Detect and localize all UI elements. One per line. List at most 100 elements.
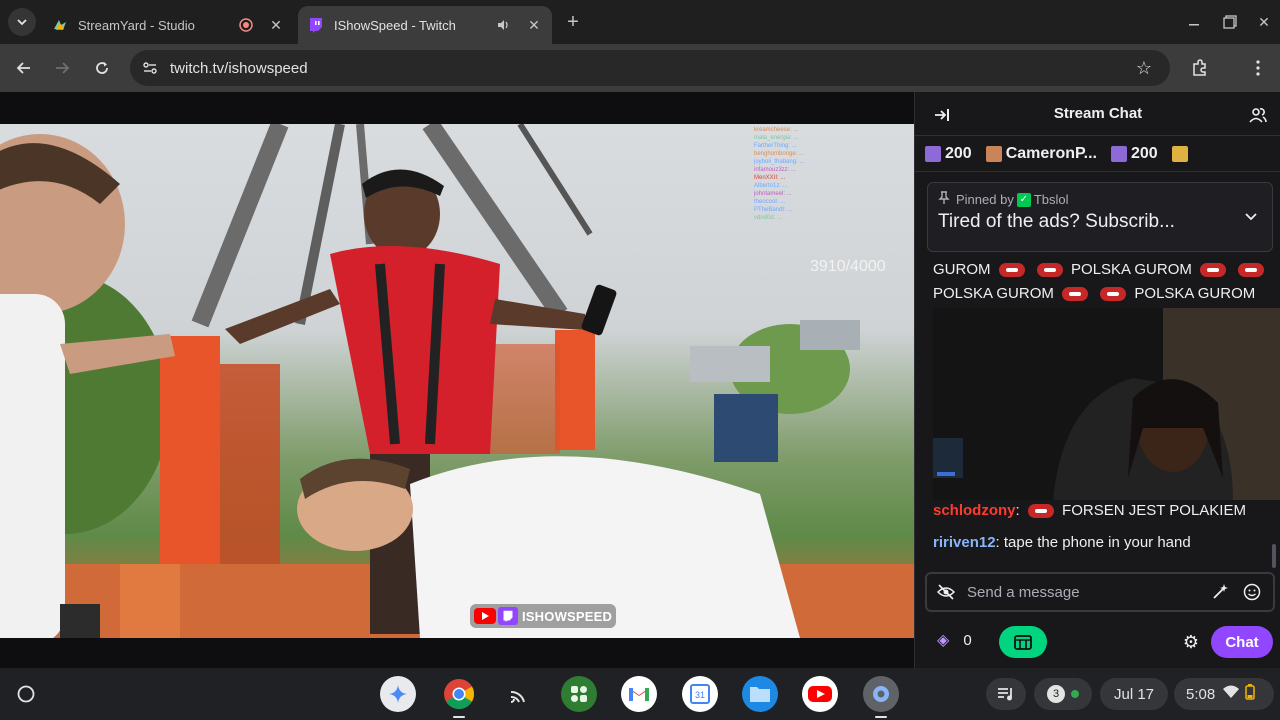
pinned-by-label: Pinned by <box>956 192 1014 207</box>
maximize-icon[interactable] <box>1218 10 1242 34</box>
media-controls-button[interactable] <box>986 678 1026 710</box>
streamyard-icon <box>52 17 68 33</box>
youtube-logo-icon <box>474 608 496 624</box>
gift-entry[interactable]: 200 <box>1111 145 1158 163</box>
forward-button[interactable] <box>48 54 76 82</box>
chat-message: schlodzony: FORSEN JEST POLAKIEM <box>933 502 1246 519</box>
stream-overlay-chat: kreamcheese: ... mala_energia: ... Farth… <box>754 126 914 222</box>
tab-title: StreamYard - Studio <box>78 17 195 33</box>
forward-arrow-icon <box>56 62 70 74</box>
close-tab-icon[interactable]: ✕ <box>526 17 542 33</box>
send-message-input[interactable] <box>967 583 1209 601</box>
gift-entry[interactable]: CameronP... <box>985 145 1097 163</box>
url-text[interactable]: twitch.tv/ishowspeed <box>170 60 1132 77</box>
files-icon[interactable] <box>742 676 778 712</box>
lips-emote-icon <box>998 263 1025 278</box>
channel-watermark: ISHOWSPEED <box>470 604 617 628</box>
chromeos-shelf: 31 3 Jul 17 5:08 <box>0 668 1280 720</box>
lips-emote-icon <box>1062 287 1089 302</box>
magic-sparkle-icon[interactable] <box>1209 581 1231 603</box>
predictions-button[interactable] <box>999 626 1047 658</box>
settings-icon[interactable] <box>863 676 899 718</box>
status-area[interactable]: 5:08 <box>1174 678 1274 710</box>
close-window-icon[interactable]: ✕ <box>1252 10 1276 34</box>
chat-settings-gear-icon[interactable]: ⚙ <box>1179 630 1203 654</box>
app-launcher-grid-icon[interactable] <box>561 676 597 712</box>
clock-time: 5:08 <box>1186 685 1216 703</box>
browser-menu-button[interactable] <box>1244 54 1272 82</box>
date-display[interactable]: Jul 17 <box>1100 678 1168 710</box>
tab-twitch[interactable]: IShowSpeed - Twitch ✕ <box>298 6 552 44</box>
overlay-chat-line: benghombonge: ... <box>754 151 805 157</box>
chat-text: FORSEN JEST POLAKIEM <box>1062 502 1246 519</box>
community-users-icon[interactable] <box>1247 104 1269 126</box>
running-indicator <box>453 716 465 718</box>
gift-leaderboard[interactable]: 200 CameronP... 200 <box>915 136 1280 172</box>
pinned-by-user: Tbslol <box>1033 192 1069 207</box>
minimize-icon[interactable] <box>1182 10 1206 34</box>
close-tab-icon[interactable]: ✕ <box>268 17 284 33</box>
lips-emote-icon <box>1036 263 1063 278</box>
gift-entry[interactable]: 200 <box>925 145 972 163</box>
back-button[interactable] <box>10 54 38 82</box>
collapse-chat-icon[interactable] <box>931 104 953 126</box>
youtube-icon[interactable] <box>802 676 838 712</box>
gift-icon <box>925 145 941 162</box>
bookmark-star-icon[interactable]: ☆ <box>1132 56 1156 80</box>
chat-embedded-image <box>933 308 1280 500</box>
overlay-chat-line: vdnd0d: ... <box>754 215 783 221</box>
chat-message: POLSKA GUROM POLSKA GUROM <box>933 282 1273 306</box>
twitch-page: kreamcheese: ... mala_energia: ... Farth… <box>0 92 1280 668</box>
chat-username[interactable]: schlodzony <box>933 502 1016 519</box>
extensions-button[interactable] <box>1186 54 1214 82</box>
audio-icon[interactable] <box>496 17 512 33</box>
gmail-icon[interactable] <box>621 676 657 712</box>
emoji-smile-icon[interactable] <box>1241 581 1263 603</box>
launcher-button[interactable] <box>10 678 42 710</box>
chat-message: ririven12: tape the phone in your hand <box>933 534 1191 551</box>
chat-text: tape the phone in your hand <box>1003 534 1191 551</box>
chat-text: POLSKA GUROM <box>1134 285 1256 302</box>
stream-chat-panel: Stream Chat 200 CameronP... 200 Pinned b… <box>914 92 1280 668</box>
tab-strip: StreamYard - Studio ✕ IShowSpeed - Twitc… <box>0 0 1280 44</box>
video-player[interactable]: kreamcheese: ... mala_energia: ... Farth… <box>0 124 914 638</box>
chat-scrollbar[interactable] <box>1272 544 1276 568</box>
chat-colon: : <box>1015 502 1024 519</box>
chat-username[interactable]: ririven12 <box>933 534 996 551</box>
chat-spam-lines: GUROM POLSKA GUROM POLSKA GUROM POLSKA G… <box>933 258 1273 306</box>
gemini-icon[interactable] <box>380 676 416 712</box>
chevron-down-icon[interactable] <box>1244 209 1258 228</box>
reload-button[interactable] <box>88 54 116 82</box>
site-info-icon[interactable] <box>140 58 160 78</box>
address-bar[interactable]: twitch.tv/ishowspeed ☆ <box>130 50 1170 86</box>
overlay-chat-line: johntameel: ... <box>754 191 792 197</box>
chat-input-box[interactable] <box>925 572 1275 612</box>
channel-watermark-text: ISHOWSPEED <box>522 608 613 624</box>
pinned-message[interactable]: Pinned by ✓ Tbslol Tired of the ads? Sub… <box>927 182 1273 252</box>
notification-tray[interactable]: 3 <box>1034 678 1092 710</box>
new-tab-button[interactable]: + <box>561 10 585 34</box>
gift-count: 200 <box>1131 144 1158 162</box>
overlay-chat-line: kreamcheese: ... <box>754 127 799 133</box>
gift-entry[interactable] <box>1171 145 1192 162</box>
pinned-message-text: Tired of the ads? Subscrib... <box>938 211 1175 232</box>
battery-icon <box>1245 684 1255 704</box>
chat-send-button[interactable]: Chat <box>1211 626 1273 658</box>
chat-colon: : <box>995 534 1004 551</box>
calendar-grid-icon <box>1014 635 1032 650</box>
overlay-chat-line: mala_energia: ... <box>754 135 799 141</box>
calendar-icon[interactable]: 31 <box>682 676 718 712</box>
puzzle-icon <box>1193 59 1206 76</box>
overlay-chat-line: infamouz3zz: ... <box>754 167 797 173</box>
cast-icon[interactable] <box>501 676 537 712</box>
back-arrow-icon <box>16 62 30 74</box>
hidden-eye-icon[interactable] <box>935 581 957 603</box>
tab-streamyard[interactable]: StreamYard - Studio ✕ <box>42 6 294 44</box>
chrome-icon[interactable] <box>441 676 477 718</box>
gift-icon <box>985 145 1002 162</box>
chat-text: GUROM <box>933 261 991 278</box>
tab-search-button[interactable] <box>8 8 36 36</box>
overlay-chat-line: Alberto1z: ... <box>754 183 788 189</box>
channel-points[interactable]: ◈ 0 <box>937 630 972 650</box>
recording-icon <box>238 17 254 33</box>
